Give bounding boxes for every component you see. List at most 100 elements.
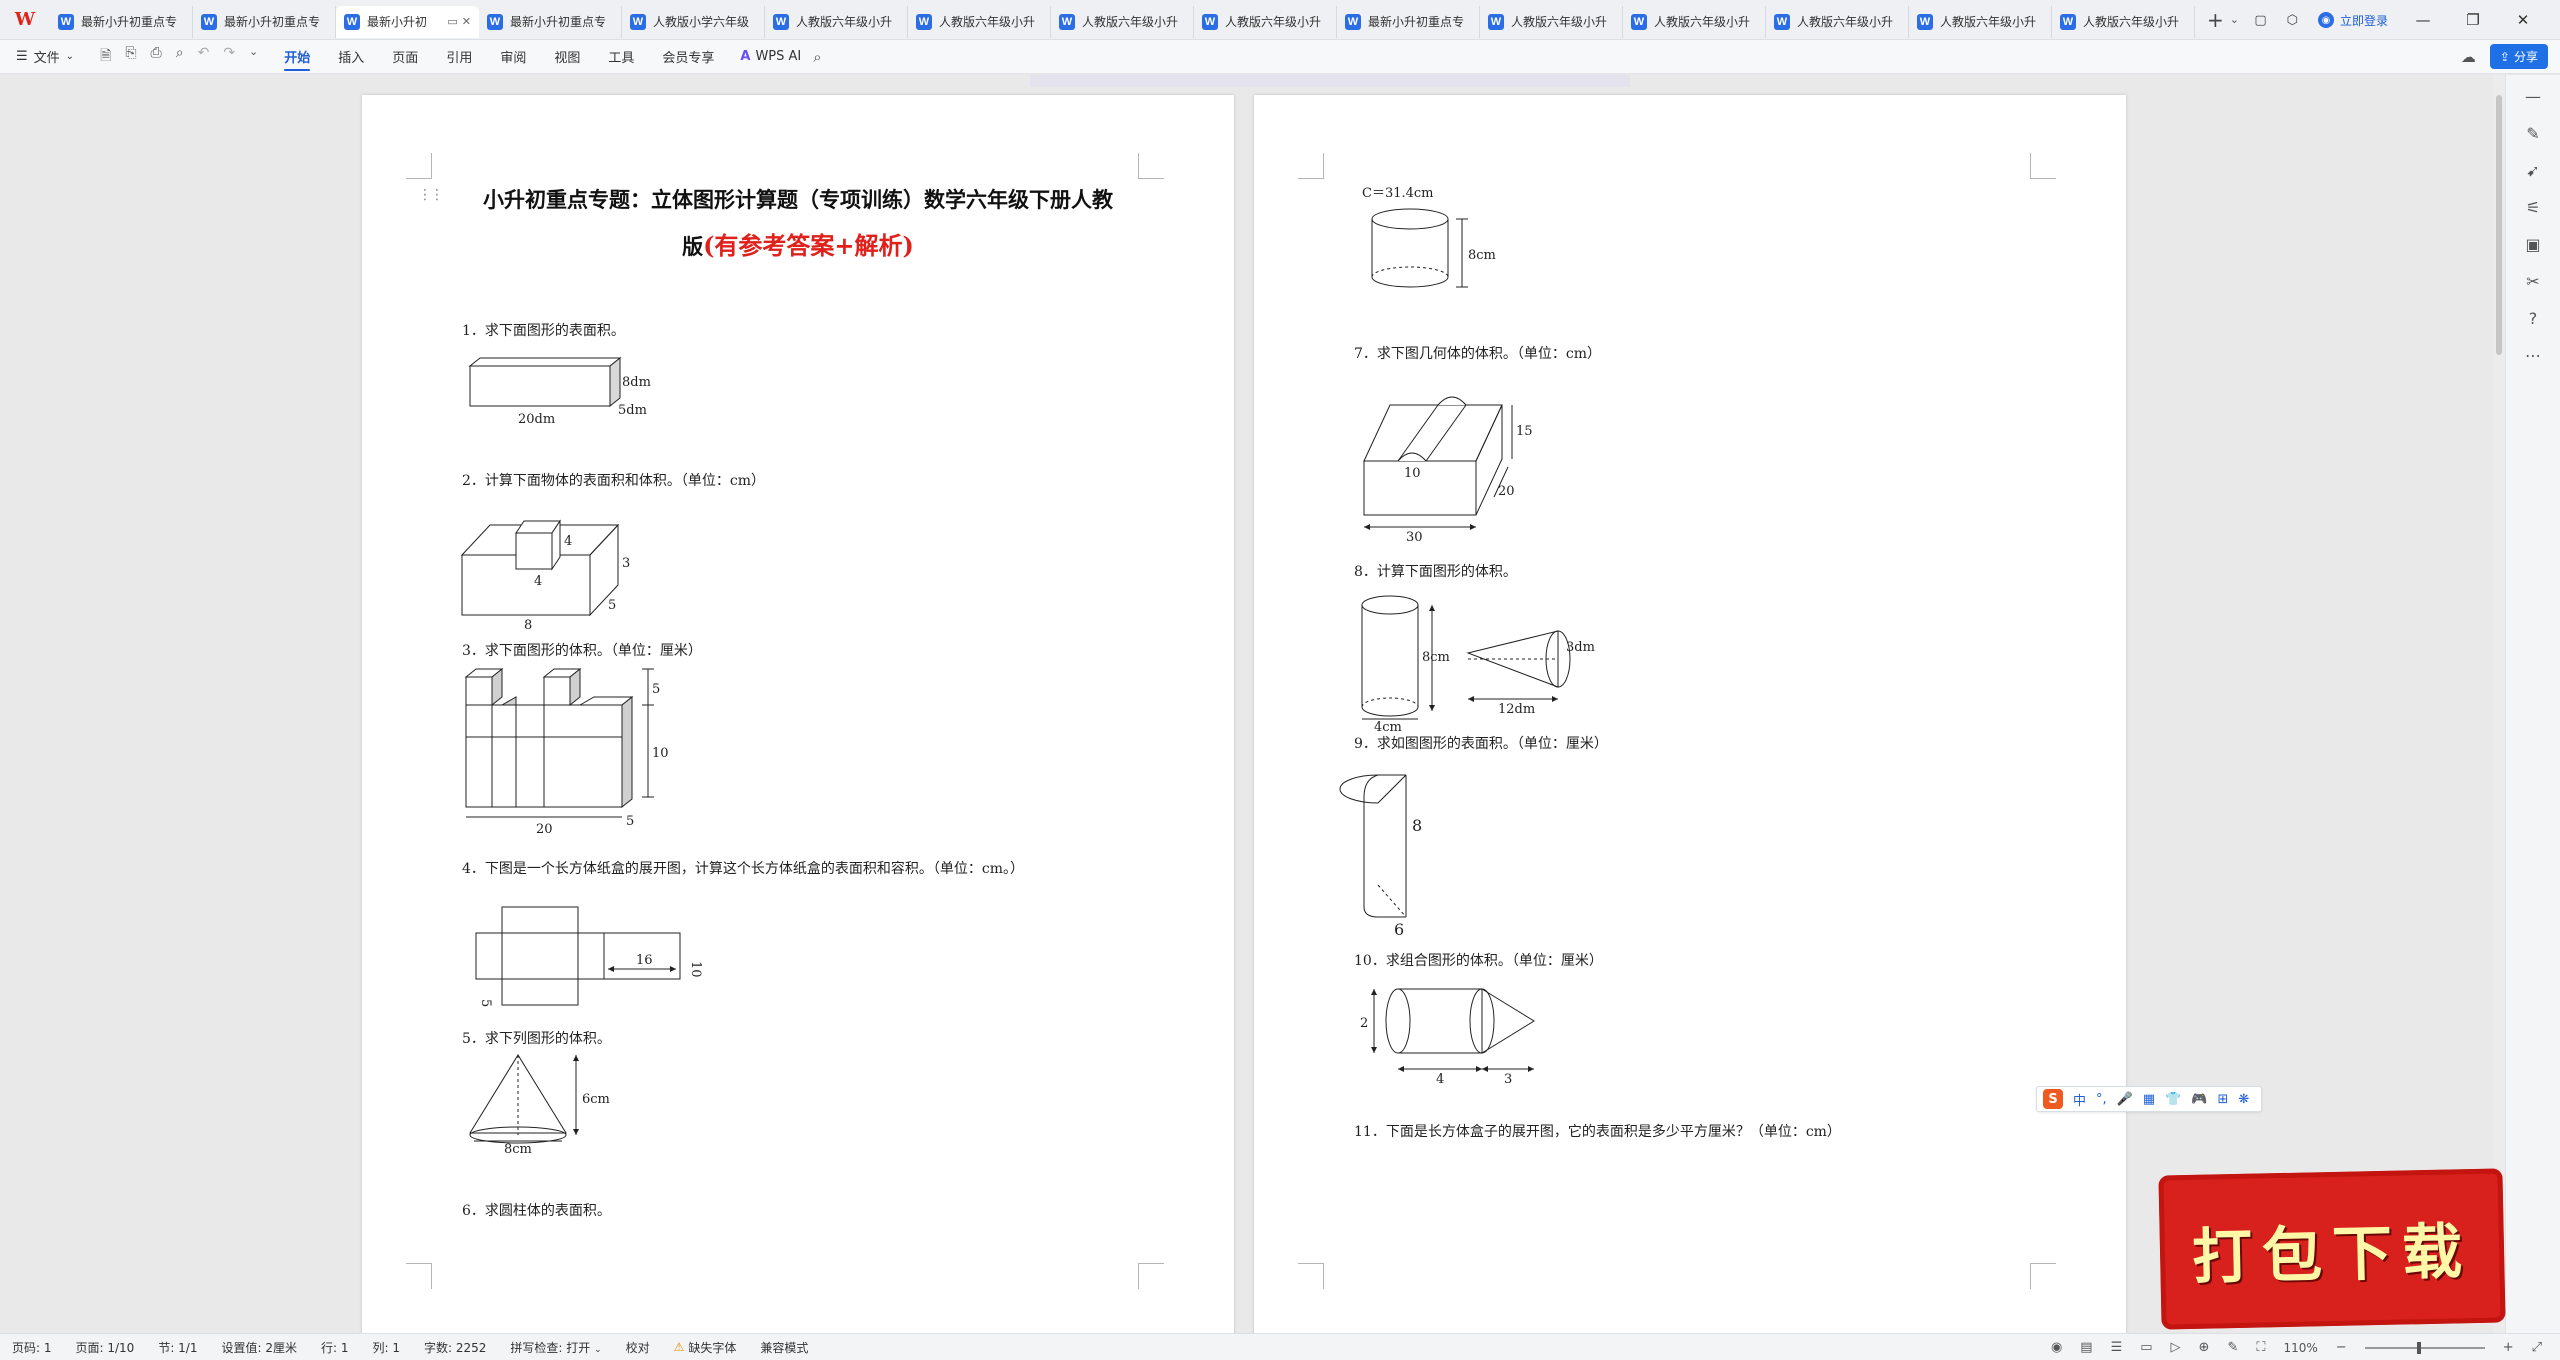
fit-page-icon[interactable]: ⛶ [2256,1340,2265,1355]
tab-list-chevron-icon[interactable]: ⌄ [2230,13,2239,26]
restore-window-icon[interactable]: ❐ [2458,11,2488,29]
status-page[interactable]: 页码: 1 [0,1339,64,1356]
help-icon[interactable]: ? [2529,309,2538,328]
ribbon-tab[interactable]: 视图 [540,40,594,74]
document-tab[interactable]: W 最新小升初重点专 [479,5,622,38]
status-page-of[interactable]: 页面: 1/10 [64,1339,147,1356]
status-spell-check[interactable]: 拼写检查: 打开 ⌄ [498,1339,613,1356]
sogou-logo-icon[interactable]: S [2043,1089,2063,1109]
zoom-slider[interactable] [2364,1341,2485,1354]
new-tab-button[interactable]: + [2207,8,2224,32]
zoom-level[interactable]: 110% [2283,1341,2317,1355]
search-icon[interactable]: ⌕ [813,48,821,66]
vertical-scrollbar[interactable] [2493,75,2505,1333]
document-tab[interactable]: W 人教版六年级小升 [1051,5,1194,38]
web-view-icon[interactable]: ⊕ [2199,1340,2210,1355]
file-menu-button[interactable]: ☰ 文件 ⌄ [0,47,88,66]
minimize-window-icon[interactable]: — [2408,11,2438,29]
fullscreen-icon[interactable]: ⤢ [2532,1340,2542,1355]
close-window-icon[interactable]: ✕ [2508,11,2538,29]
undo-icon[interactable]: ↶ [198,45,210,69]
document-tab[interactable]: W 人教版六年级小升 [1909,5,2052,38]
punctuation-icon[interactable]: °, [2096,1092,2107,1107]
zoom-slider-knob[interactable] [2416,1341,2421,1354]
chevron-down-icon: ⌄ [594,1344,602,1355]
close-tab-icon[interactable]: ✕ [462,15,471,28]
print-preview-icon[interactable]: ⌕ [176,45,184,69]
play-icon[interactable]: ▷ [2171,1340,2181,1355]
document-tab[interactable]: W 人教版六年级小升 [1766,5,1909,38]
outline-view-icon[interactable]: ☰ [2111,1340,2123,1355]
reading-view-icon[interactable]: ▭ [2140,1340,2152,1355]
document-page-1[interactable]: ⋮⋮ 小升初重点专题：立体图形计算题（专项训练）数学六年级下册人教 版(有参考答… [362,95,1234,1333]
wps-logo-icon[interactable]: W [0,0,50,40]
wps-ai-label: WPS AI [755,49,802,64]
settings-cube-icon[interactable]: ⬡ [2287,13,2298,28]
collapse-panel-icon[interactable]: — [2525,87,2541,106]
quick-access-more-icon[interactable]: ⌄ [249,45,258,69]
ribbon-tab[interactable]: 页面 [378,40,432,74]
redo-icon[interactable]: ↷ [223,45,235,69]
skin-icon[interactable]: 👕 [2165,1092,2181,1107]
document-tab[interactable]: W 人教版六年级小升 [1194,5,1337,38]
pen-edit-icon[interactable]: ✎ [2526,124,2539,143]
document-tab[interactable]: W 人教版小学六年级 [622,5,765,38]
select-cursor-icon[interactable]: ➹ [2526,161,2539,180]
microphone-icon[interactable]: 🎤 [2117,1092,2133,1107]
save-icon[interactable]: 🗎 [100,45,111,69]
document-tab[interactable]: W 最新小升初重点专 [50,5,193,38]
document-tab[interactable]: W 最新小升初重点专 [193,5,336,38]
image-tool-icon[interactable]: ▣ [2525,235,2540,254]
page-view-icon[interactable]: ▤ [2080,1340,2092,1355]
adjust-sliders-icon[interactable]: ⚟ [2526,198,2540,217]
tools-icon[interactable]: ✂ [2526,272,2539,291]
ribbon-tab[interactable]: 审阅 [486,40,540,74]
keyboard-icon[interactable]: ▦ [2143,1092,2155,1107]
document-page-2[interactable]: C＝31.4cm 8cm 7．求下图几何体的体积。（单位：cm） 15 10 2… [1254,95,2126,1333]
wps-ai-button[interactable]: A WPS AI [728,49,813,64]
ime-mode-toggle[interactable]: 中 [2073,1090,2086,1109]
cloud-sync-icon[interactable]: ☁ [2461,48,2476,66]
print-icon[interactable]: ⎙ [151,45,162,69]
ime-settings-icon[interactable]: ❋ [2238,1092,2249,1107]
question-6: 6．求圆柱体的表面积。 [462,1203,611,1219]
ribbon-tab[interactable]: 会员专享 [648,40,728,74]
login-button[interactable]: ◉ 立即登录 [2317,12,2388,29]
document-tab[interactable]: W 人教版六年级小升 [2052,5,2195,38]
q2-height-label: 3 [622,556,630,571]
crop-mark [406,153,432,179]
document-tab[interactable]: W 人教版六年级小升 [908,5,1051,38]
export-pdf-icon[interactable]: ⎘ [125,45,136,69]
document-tab[interactable]: W 最新小升初 ▭ ✕ [336,5,479,38]
status-missing-font[interactable]: ⚠ 缺失字体 [662,1339,749,1356]
ribbon-tab[interactable]: 工具 [594,40,648,74]
zoom-in-icon[interactable]: + [2503,1340,2514,1355]
document-tab[interactable]: W 人教版六年级小升 [1480,5,1623,38]
ribbon-tab[interactable]: 开始 [270,40,324,74]
toolbox-icon[interactable]: ⊞ [2218,1092,2229,1107]
tab-monitor-icon[interactable]: ▭ [447,15,457,28]
download-promo-stamp[interactable]: 打包下载 [2158,1168,2506,1330]
status-section[interactable]: 节: 1/1 [146,1339,209,1356]
share-button[interactable]: ⇪ 分享 [2489,44,2548,69]
document-workspace[interactable]: ⋮⋮ 小升初重点专题：立体图形计算题（专项训练）数学六年级下册人教 版(有参考答… [0,75,2505,1333]
status-word-count[interactable]: 字数: 2252 [412,1339,498,1356]
write-mode-icon[interactable]: ✎ [2227,1340,2238,1355]
scrollbar-thumb[interactable] [2496,95,2502,355]
window-layout-icon[interactable]: ▢ [2254,13,2266,28]
game-icon[interactable]: 🎮 [2191,1092,2207,1107]
document-tab[interactable]: W 最新小升初重点专 [1337,5,1480,38]
ribbon-tab[interactable]: 引用 [432,40,486,74]
paragraph-drag-handle-icon[interactable]: ⋮⋮ [418,187,444,203]
ribbon-tab[interactable]: 插入 [324,40,378,74]
status-proofread[interactable]: 校对 [614,1339,662,1356]
status-setting[interactable]: 设置值: 2厘米 [209,1339,309,1356]
eye-protect-icon[interactable]: ◉ [2051,1340,2062,1355]
status-row[interactable]: 行: 1 [309,1339,361,1356]
zoom-out-icon[interactable]: − [2336,1340,2347,1355]
status-col[interactable]: 列: 1 [360,1339,412,1356]
document-tab[interactable]: W 人教版六年级小升 [765,5,908,38]
document-tab[interactable]: W 人教版六年级小升 [1623,5,1766,38]
tab-label: 人教版六年级小升 [1940,15,2037,29]
more-options-icon[interactable]: ⋯ [2525,346,2541,365]
